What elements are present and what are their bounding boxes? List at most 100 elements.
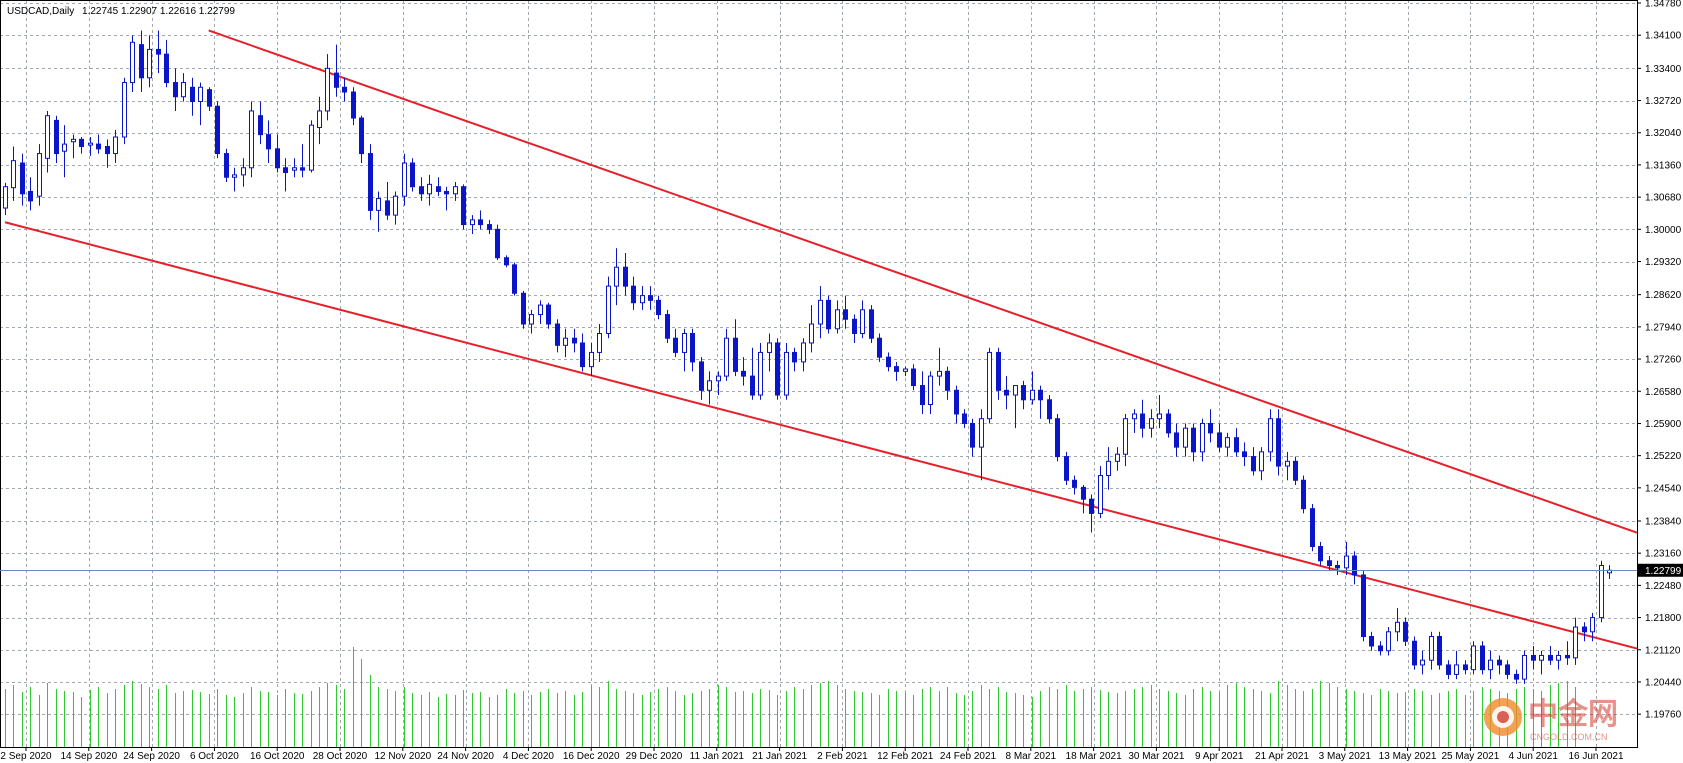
candle-bear bbox=[1497, 659, 1502, 666]
candle-bull bbox=[1098, 475, 1103, 514]
price-tick-label: 1.20440 bbox=[1645, 677, 1682, 688]
candle-bear bbox=[1055, 418, 1060, 458]
candle-bear bbox=[1301, 479, 1306, 510]
candle-bear bbox=[1565, 654, 1570, 659]
candle-bull bbox=[1030, 389, 1035, 401]
candle-bear bbox=[1412, 640, 1417, 666]
candle-bear bbox=[1208, 422, 1213, 434]
time-tick-label: 11 Jan 2021 bbox=[690, 751, 745, 762]
candle-bull bbox=[597, 332, 602, 353]
candle-bull bbox=[1590, 617, 1595, 633]
candle-bear bbox=[750, 375, 755, 396]
candle-bear bbox=[1234, 437, 1239, 453]
candle-bull bbox=[767, 342, 772, 353]
candle-bear bbox=[478, 219, 483, 226]
candle-bull bbox=[1454, 664, 1459, 675]
candle-bull bbox=[317, 110, 322, 129]
time-tick-label: 21 Jan 2021 bbox=[752, 751, 807, 762]
candle-bear bbox=[342, 86, 347, 93]
candle-bear bbox=[852, 318, 857, 334]
ohlc-readout: 1.22745 1.22907 1.22616 1.22799 bbox=[82, 6, 235, 17]
price-tick-label: 1.21800 bbox=[1645, 613, 1682, 624]
price-tick-label: 1.30000 bbox=[1645, 225, 1682, 236]
candle-bear bbox=[164, 53, 169, 84]
candle-bear bbox=[843, 309, 848, 320]
candle-bull bbox=[1386, 631, 1391, 652]
time-tick-label: 9 Apr 2021 bbox=[1195, 751, 1244, 762]
candle-bear bbox=[504, 257, 509, 266]
time-tick-label: 8 Mar 2021 bbox=[1006, 751, 1057, 762]
candle-bear bbox=[920, 385, 925, 406]
price-tick-label: 1.32720 bbox=[1645, 96, 1682, 107]
candle-bear bbox=[156, 48, 161, 55]
price-tick-label: 1.29320 bbox=[1645, 257, 1682, 268]
candle-bear bbox=[970, 422, 975, 448]
candle-bull bbox=[1471, 645, 1476, 671]
candle-bull bbox=[309, 124, 314, 171]
candle-bear bbox=[1463, 664, 1468, 671]
candle-bear bbox=[911, 368, 916, 387]
candle-bull bbox=[1200, 422, 1205, 453]
candle-bull bbox=[835, 309, 840, 330]
chart-title: USDCAD,Daily bbox=[7, 6, 74, 17]
candle-bear bbox=[436, 186, 441, 192]
time-tick-label: 18 Mar 2021 bbox=[1066, 751, 1123, 762]
candle-bear bbox=[512, 264, 517, 294]
candle-bull bbox=[1285, 460, 1290, 467]
candle-bear bbox=[105, 145, 110, 155]
candle-bear bbox=[894, 366, 899, 372]
time-tick-label: 14 Sep 2020 bbox=[60, 751, 117, 762]
candle-bear bbox=[1531, 654, 1536, 661]
time-tick-label: 4 Jun 2021 bbox=[1508, 751, 1558, 762]
candle-bull bbox=[1115, 453, 1120, 462]
candle-bull bbox=[563, 337, 568, 346]
price-tick-label: 1.26580 bbox=[1645, 387, 1682, 398]
candle-bear bbox=[1369, 636, 1374, 647]
time-tick-label: 2 Sep 2020 bbox=[0, 751, 52, 762]
candle-bear bbox=[266, 134, 271, 150]
watermark-logo-dot bbox=[1497, 711, 1509, 723]
candle-bear bbox=[368, 153, 373, 211]
candle-bull bbox=[325, 67, 330, 112]
candle-bear bbox=[1378, 645, 1383, 652]
price-tick-label: 1.19760 bbox=[1645, 710, 1682, 721]
candle-bear bbox=[419, 186, 424, 195]
time-tick-label: 13 May 2021 bbox=[1379, 751, 1437, 762]
candle-bull bbox=[62, 143, 67, 152]
candle-bear bbox=[1335, 564, 1340, 569]
candle-bear bbox=[215, 105, 220, 155]
time-tick-label: 30 Mar 2021 bbox=[1128, 751, 1185, 762]
time-tick-label: 24 Feb 2021 bbox=[940, 751, 997, 762]
candle-bear bbox=[699, 361, 704, 391]
price-tick-label: 1.34100 bbox=[1645, 31, 1682, 42]
candle-bear bbox=[792, 351, 797, 363]
candle-bear bbox=[1072, 479, 1077, 488]
candle-bear bbox=[385, 200, 390, 216]
candle-bear bbox=[1582, 626, 1587, 633]
candle-bull bbox=[1268, 418, 1273, 453]
candle-bear bbox=[1548, 654, 1553, 661]
candle-bear bbox=[224, 153, 229, 178]
candle-bear bbox=[275, 148, 280, 169]
candle-bull bbox=[1132, 413, 1137, 420]
price-tick-label: 1.24540 bbox=[1645, 483, 1682, 494]
candle-bear bbox=[495, 228, 500, 259]
candle-bull bbox=[1225, 437, 1230, 448]
candle-bull bbox=[1395, 621, 1400, 633]
candle-bear bbox=[1293, 460, 1298, 481]
candle-bear bbox=[546, 304, 551, 325]
time-tick-label: 4 Dec 2020 bbox=[503, 751, 555, 762]
candle-bear bbox=[334, 72, 339, 88]
candle-bull bbox=[1013, 385, 1018, 396]
price-tick-label: 1.25220 bbox=[1645, 451, 1682, 462]
candle-bear bbox=[996, 351, 1001, 391]
candle-bear bbox=[190, 86, 195, 102]
time-tick-label: 12 Nov 2020 bbox=[374, 751, 431, 762]
time-tick-label: 16 Jun 2021 bbox=[1568, 751, 1623, 762]
time-tick-label: 3 May 2021 bbox=[1319, 751, 1372, 762]
time-tick-label: 28 Oct 2020 bbox=[313, 751, 368, 762]
candle-bull bbox=[1149, 418, 1154, 429]
candle-bear bbox=[555, 323, 560, 346]
price-tick-label: 1.25900 bbox=[1645, 419, 1682, 430]
candle-bear bbox=[1089, 498, 1094, 514]
